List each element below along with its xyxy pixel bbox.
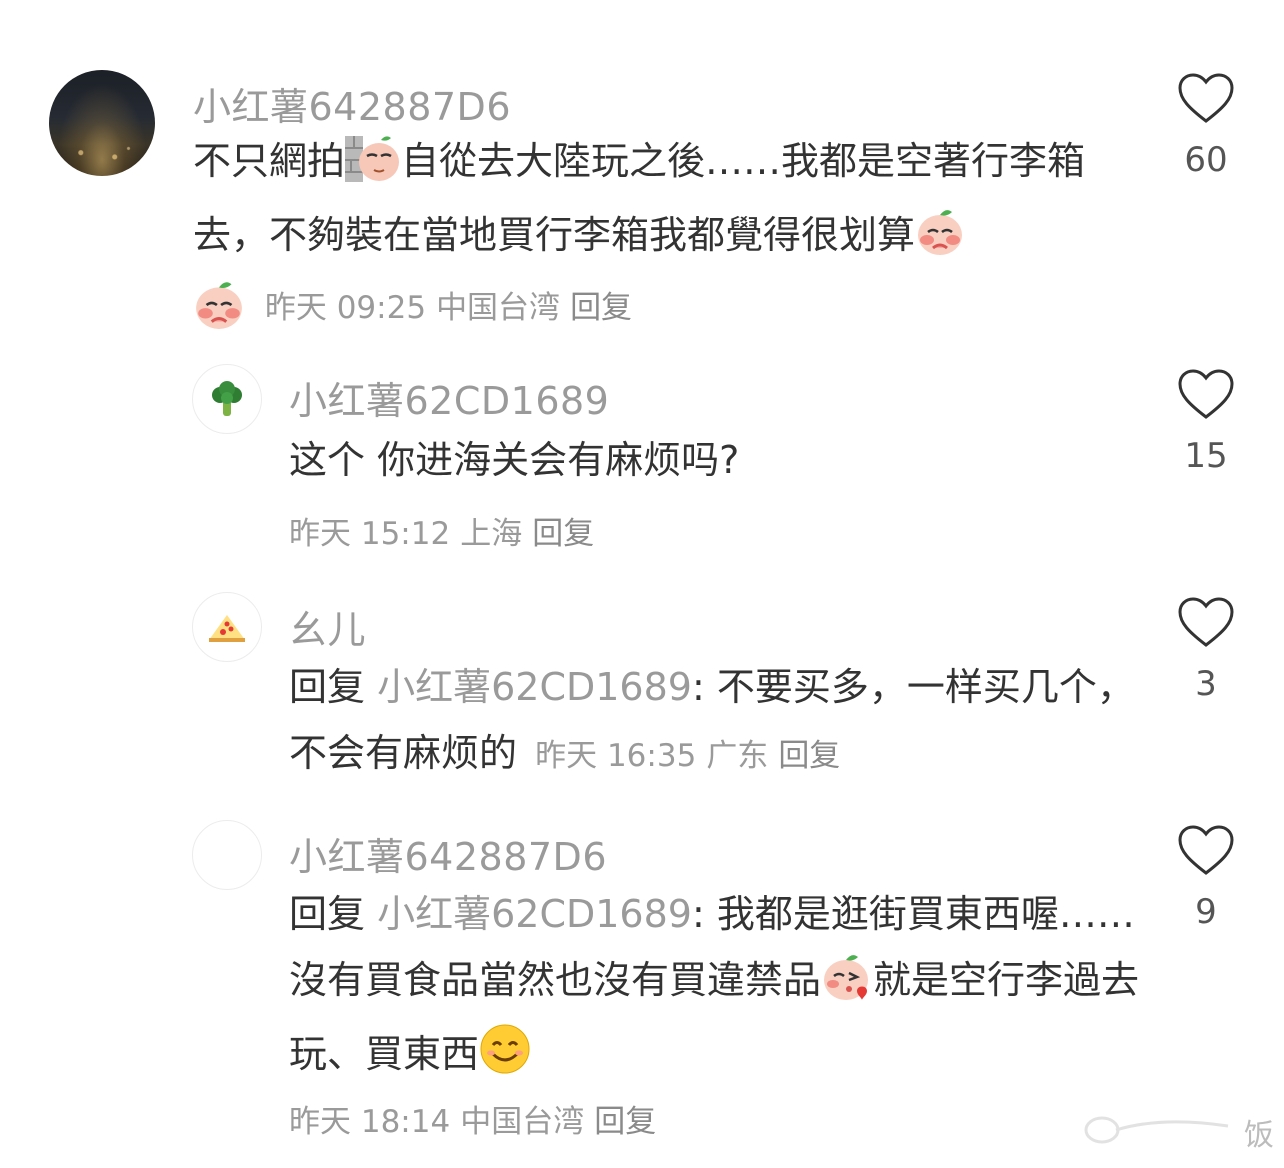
comment-meta: 昨天 09:25 中国台湾 回复 — [193, 278, 642, 338]
comment-username[interactable]: 幺儿 — [289, 599, 366, 654]
comment-meta: 昨天 18:14 中国台湾 回复 — [289, 1096, 666, 1141]
comment-username[interactable]: 小红薯642887D6 — [289, 826, 607, 881]
user-avatar[interactable] — [192, 820, 262, 890]
comment-text: 不只網拍 自從去大陸玩之後……我都是空著行李箱去，不夠裝在當地買行李箱我都覺得很划… — [193, 128, 1153, 276]
heart-icon — [1178, 369, 1234, 419]
comment-time: 昨天 16:35 — [535, 738, 697, 774]
comment-text: 回复 小红薯62CD1689: 不要买多，一样买几个，不会有麻烦的 昨天 16:… — [289, 654, 1149, 789]
reply-button[interactable]: 回复 — [594, 1104, 656, 1140]
reply-button[interactable]: 回复 — [532, 516, 594, 552]
comment-location: 广东 — [706, 738, 769, 774]
reply-prefix: 回复 — [289, 665, 366, 709]
reply-target-username[interactable]: 小红薯62CD1689 — [377, 665, 692, 709]
like-count: 15 — [1184, 436, 1228, 476]
reply-button[interactable]: 回复 — [778, 738, 840, 774]
like-count: 9 — [1195, 892, 1217, 932]
comment-time: 昨天 09:25 — [264, 290, 427, 326]
heart-icon — [1178, 73, 1234, 123]
wall-peek-emoji-icon — [345, 134, 401, 202]
comment-username[interactable]: 小红薯642887D6 — [193, 76, 511, 131]
like-button[interactable]: 15 — [1176, 368, 1236, 476]
pizza-icon — [193, 593, 261, 661]
comment-text: 这个 你进海关会有麻烦吗? — [289, 438, 740, 482]
heart-icon — [1178, 825, 1234, 875]
cute-face-emoji-icon — [193, 278, 245, 338]
like-button[interactable]: 9 — [1176, 824, 1236, 932]
like-count: 3 — [1195, 664, 1217, 704]
cute-face-emoji-icon — [915, 206, 965, 276]
comment-location: 中国台湾 — [460, 1104, 585, 1140]
broccoli-icon — [193, 365, 261, 433]
comment-username[interactable]: 小红薯62CD1689 — [289, 370, 609, 425]
comment-location: 上海 — [460, 516, 523, 552]
user-avatar[interactable] — [192, 592, 262, 662]
reply-prefix: 回复 — [289, 892, 366, 936]
comment-text: 回复 小红薯62CD1689: 我都是逛街買東西喔……沒有買食品當然也沒有買違禁… — [289, 881, 1149, 1095]
comment-time: 昨天 18:14 — [289, 1104, 451, 1140]
blowing-kiss-emoji-icon — [821, 951, 873, 1021]
watermark-text: 饭 — [1244, 1118, 1274, 1153]
comment-meta: 昨天 15:12 上海 回复 — [289, 508, 604, 553]
comment-time: 昨天 15:12 — [289, 516, 451, 552]
reply-target-username[interactable]: 小红薯62CD1689 — [377, 892, 692, 936]
user-avatar[interactable] — [49, 70, 155, 176]
like-button[interactable]: 60 — [1176, 72, 1236, 180]
like-button[interactable]: 3 — [1176, 596, 1236, 704]
heart-icon — [1178, 597, 1234, 647]
user-avatar[interactable] — [192, 364, 262, 434]
like-count: 60 — [1184, 140, 1228, 180]
reply-button[interactable]: 回复 — [570, 290, 632, 326]
comment-text-part: 不只網拍 — [193, 139, 346, 183]
watermark-logo-icon — [1082, 1110, 1232, 1150]
smiling-face-emoji-icon — [479, 1023, 531, 1095]
comment-meta: 昨天 16:35 广东 回复 — [535, 738, 850, 774]
comment-location: 中国台湾 — [436, 290, 561, 326]
